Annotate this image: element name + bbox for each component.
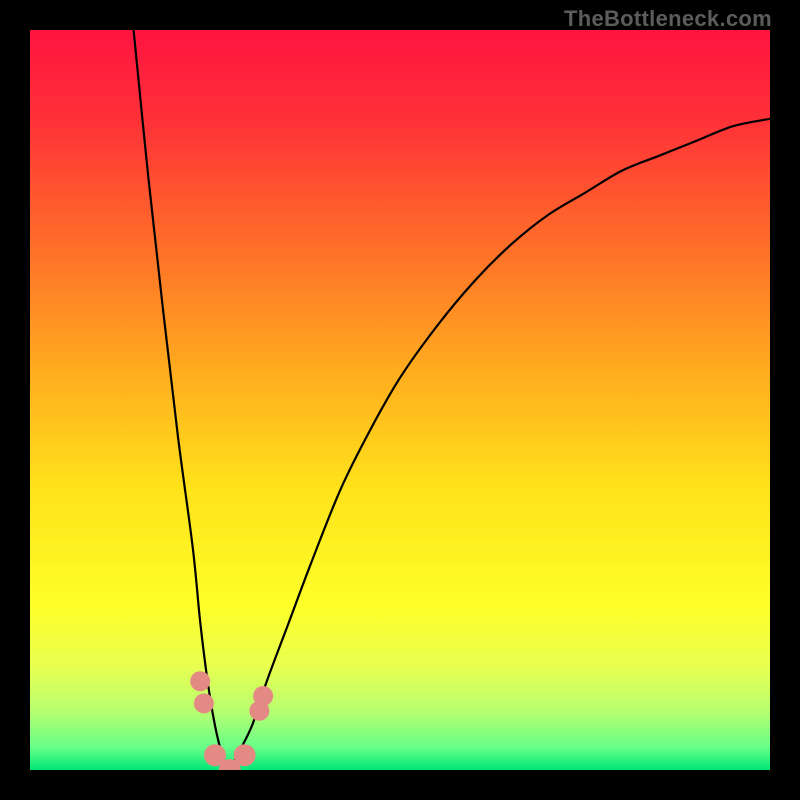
chart-frame: TheBottleneck.com	[0, 0, 800, 800]
right-pink-blob-2	[253, 686, 273, 706]
watermark-text: TheBottleneck.com	[564, 6, 772, 32]
knee-right	[234, 744, 256, 766]
bottleneck-curve	[30, 30, 770, 770]
left-pink-blob	[190, 671, 210, 691]
left-pink-blob-2	[194, 693, 214, 713]
plot-area	[30, 30, 770, 770]
